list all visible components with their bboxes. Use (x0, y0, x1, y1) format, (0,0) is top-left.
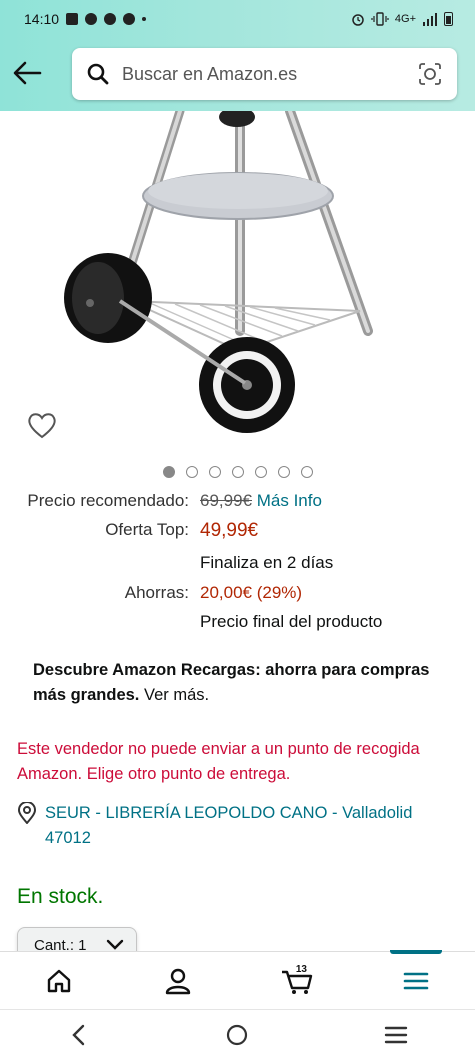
active-tab-indicator (389, 950, 442, 954)
system-recents-button[interactable] (366, 1015, 426, 1055)
facebook-icon (85, 13, 98, 25)
more-notifications-icon (142, 17, 147, 21)
product-image[interactable] (0, 111, 475, 451)
carousel-dot[interactable] (254, 466, 267, 478)
battery-icon (444, 12, 453, 26)
camera-search-icon[interactable] (417, 61, 443, 87)
promo-link-text[interactable]: Ver más. (139, 686, 209, 704)
recommended-price-label: Precio recomendado: (27, 491, 189, 510)
chevron-down-icon (106, 939, 124, 950)
circle-home-icon (227, 1024, 248, 1045)
carousel-dot[interactable] (231, 466, 244, 478)
system-back-button[interactable] (49, 1015, 109, 1055)
search-bar[interactable] (72, 48, 457, 100)
deal-end-text: Finaliza en 2 días (200, 553, 334, 572)
pickup-location-text[interactable]: SEUR - LIBRERÍA LEOPOLDO CANO - Valladol… (45, 801, 457, 851)
image-carousel-indicator (0, 466, 475, 478)
carousel-dot[interactable] (185, 466, 198, 478)
home-icon (48, 969, 71, 992)
cart-count-badge: 13 (295, 964, 307, 975)
location-pin-icon (17, 802, 37, 824)
status-time: 14:10 (24, 11, 60, 27)
more-info-link[interactable]: Más Info (257, 491, 322, 510)
recents-lines-icon (384, 1026, 408, 1043)
notification-icon (66, 13, 79, 25)
messenger-icon (123, 13, 136, 25)
bottom-navigation: 13 (0, 950, 475, 1009)
savings-label: Ahorras: (124, 583, 189, 602)
search-input[interactable] (122, 63, 417, 85)
menu-icon (403, 972, 428, 989)
nav-menu[interactable] (356, 950, 475, 1009)
search-icon (87, 63, 109, 85)
back-arrow-icon[interactable] (10, 58, 44, 88)
pickup-location-link[interactable]: SEUR - LIBRERÍA LEOPOLDO CANO - Valladol… (17, 801, 457, 851)
system-navigation-bar (0, 1009, 475, 1059)
signal-icon (423, 13, 437, 26)
carousel-dot[interactable] (162, 466, 175, 478)
savings-value: 20,00€ (29%) (200, 583, 303, 602)
account-icon (165, 968, 191, 994)
network-type: 4G+ (394, 13, 416, 25)
facebook-icon (104, 13, 117, 25)
amazon-recargas-promo[interactable]: Descubre Amazon Recargas: ahorra para co… (33, 658, 453, 708)
carousel-dot[interactable] (300, 466, 313, 478)
wishlist-heart-icon[interactable] (26, 410, 58, 440)
chevron-left-icon (72, 1024, 85, 1045)
carousel-dot[interactable] (208, 466, 221, 478)
alarm-icon (352, 14, 364, 26)
vibrate-icon (371, 12, 389, 26)
stock-status: En stock. (17, 885, 104, 908)
search-header (0, 46, 475, 102)
status-bar: 14:10 4G+ (0, 0, 475, 38)
nav-cart[interactable]: 13 (238, 952, 357, 1009)
offer-price-value: 49,99€ (200, 520, 259, 541)
shipping-warning: Este vendedor no puede enviar a un punto… (17, 740, 420, 783)
final-price-text: Precio final del producto (200, 612, 383, 631)
system-home-button[interactable] (207, 1015, 267, 1055)
promo-bold-text: Descubre Amazon Recargas: ahorra para co… (33, 661, 430, 704)
recommended-price-value: 69,99€ (200, 491, 252, 510)
carousel-dot[interactable] (277, 466, 290, 478)
nav-account[interactable] (119, 952, 238, 1009)
nav-home[interactable] (0, 952, 119, 1009)
offer-price-label: Oferta Top: (105, 520, 189, 539)
